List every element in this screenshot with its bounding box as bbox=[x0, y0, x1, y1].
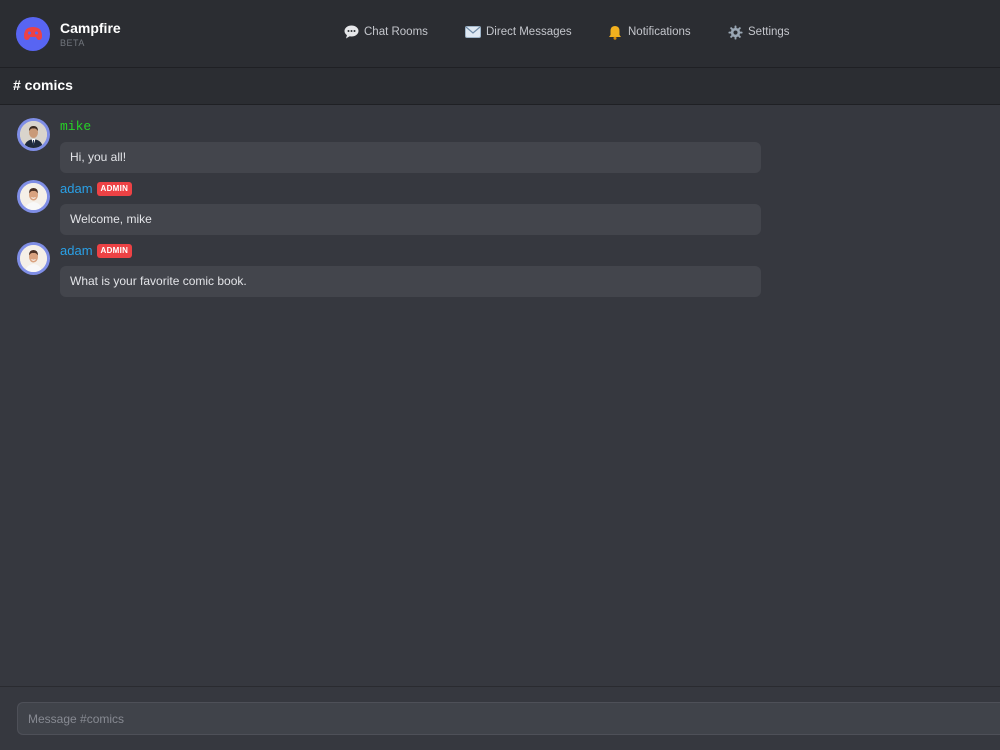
avatar[interactable] bbox=[17, 118, 50, 151]
nav-settings[interactable]: Settings bbox=[727, 24, 790, 40]
top-bar: Campfire BETA Chat Rooms Direct Messages… bbox=[0, 0, 1000, 68]
message-input[interactable] bbox=[17, 702, 1000, 735]
gear-icon bbox=[727, 24, 743, 40]
admin-badge: ADMIN bbox=[96, 244, 133, 258]
message-author[interactable]: mike bbox=[60, 119, 91, 135]
message-item: adam ADMIN What is your favorite comic b… bbox=[0, 242, 1000, 302]
composer-area bbox=[0, 686, 1000, 750]
nav-label: Chat Rooms bbox=[364, 26, 428, 38]
avatar[interactable] bbox=[17, 242, 50, 275]
message-author[interactable]: adam bbox=[60, 243, 93, 259]
bell-icon bbox=[607, 24, 623, 40]
nav-direct-messages[interactable]: Direct Messages bbox=[465, 24, 572, 40]
avatar[interactable] bbox=[17, 180, 50, 213]
message-text: Hi, you all! bbox=[60, 142, 761, 173]
message-text: What is your favorite comic book. bbox=[60, 266, 761, 297]
nav-chat-rooms[interactable]: Chat Rooms bbox=[343, 24, 428, 40]
envelope-icon bbox=[465, 24, 481, 40]
channel-header: # comics bbox=[0, 68, 1000, 105]
message-item: adam ADMIN Welcome, mike bbox=[0, 180, 1000, 240]
nav-label: Notifications bbox=[628, 26, 691, 38]
main-nav: Chat Rooms Direct Messages Notifications bbox=[0, 24, 1000, 44]
speech-bubble-icon bbox=[343, 24, 359, 40]
admin-badge: ADMIN bbox=[96, 182, 133, 196]
nav-notifications[interactable]: Notifications bbox=[607, 24, 691, 40]
channel-title: # comics bbox=[13, 77, 73, 93]
message-item: mike Hi, you all! bbox=[0, 118, 1000, 178]
message-author[interactable]: adam bbox=[60, 181, 93, 197]
nav-label: Settings bbox=[748, 26, 790, 38]
message-text: Welcome, mike bbox=[60, 204, 761, 235]
nav-label: Direct Messages bbox=[486, 26, 572, 38]
